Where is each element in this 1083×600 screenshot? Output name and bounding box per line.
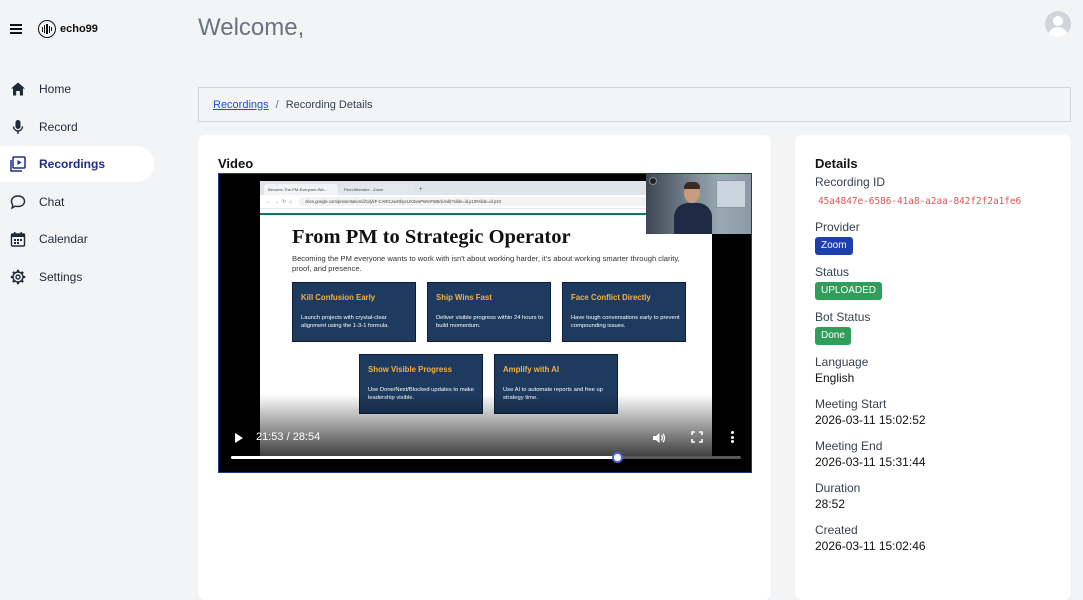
- browser-url: docs.google.com/presentation/d/1dykF-CAR…: [299, 197, 706, 206]
- fullscreen-icon[interactable]: [691, 431, 703, 443]
- chat-bubble-icon: [10, 194, 26, 210]
- user-avatar-icon[interactable]: [1045, 11, 1071, 37]
- breadcrumb-separator: /: [275, 98, 279, 111]
- details-list: Recording ID 45a4847e-6586-41a8-a2aa-842…: [815, 175, 1021, 565]
- meeting-end-value: 2026-03-11 15:31:44: [815, 455, 926, 469]
- seek-bar[interactable]: [219, 452, 751, 472]
- details-card: Details Recording ID 45a4847e-6586-41a8-…: [795, 135, 1071, 600]
- home-icon: [10, 81, 26, 97]
- sidebar-item-settings[interactable]: Settings: [0, 259, 170, 295]
- duration-value: 28:52: [815, 497, 846, 511]
- sidebar-item-label: Settings: [39, 269, 83, 284]
- slide-box-body: Have tough conversations early to preven…: [571, 315, 680, 329]
- breadcrumb: Recordings / Recording Details: [198, 87, 1071, 122]
- slide-box-title: Kill Confusion Early: [301, 293, 376, 302]
- detail-label: Language: [815, 355, 869, 369]
- video-frame[interactable]: Become-The-PM-Everyone-Wa... Pixel Atten…: [219, 174, 751, 456]
- seek-progress: [231, 456, 618, 459]
- slide-box: Face Conflict Directly Have tough conver…: [562, 282, 686, 342]
- speaker-thumbnail: [646, 174, 751, 234]
- slide-subtitle: Becoming the PM everyone wants to work w…: [292, 254, 680, 273]
- detail-label: Duration: [815, 481, 861, 495]
- status-badge: UPLOADED: [815, 282, 883, 300]
- detail-recording-id: Recording ID 45a4847e-6586-41a8-a2aa-842…: [815, 175, 1021, 210]
- detail-meeting-start: Meeting Start 2026-03-11 15:02:52: [815, 397, 1021, 429]
- volume-icon[interactable]: [652, 431, 666, 445]
- sidebar-item-home[interactable]: Home: [0, 71, 170, 107]
- play-icon[interactable]: [235, 433, 243, 443]
- logo-waveform-icon: [38, 20, 56, 38]
- detail-label: Meeting End: [815, 439, 883, 453]
- slide-box-title: Show Visible Progress: [368, 365, 452, 374]
- page-title: Welcome,: [198, 14, 305, 41]
- detail-duration: Duration 28:52: [815, 481, 1021, 513]
- sidebar-nav: Home Record Recordings Chat Calendar Set…: [0, 71, 170, 296]
- video-player[interactable]: Become-The-PM-Everyone-Wa... Pixel Atten…: [218, 173, 752, 473]
- browser-tabstrip: Become-The-PM-Everyone-Wa... Pixel Atten…: [260, 181, 712, 195]
- slide-title: From PM to Strategic Operator: [292, 226, 571, 248]
- browser-addressbar: ←→↻⌂ docs.google.com/presentation/d/1dyk…: [260, 195, 712, 209]
- detail-label: Bot Status: [815, 310, 871, 324]
- sidebar-item-label: Record: [39, 119, 78, 134]
- detail-meeting-end: Meeting End 2026-03-11 15:31:44: [815, 439, 1021, 471]
- detail-bot-status: Bot Status Done: [815, 310, 1021, 345]
- detail-label: Recording ID: [815, 175, 886, 189]
- microphone-icon: [10, 119, 26, 135]
- video-card: Video Become-The-PM-Everyone-Wa... Pixel…: [198, 135, 771, 600]
- playback-time: 21:53 / 28:54: [256, 431, 321, 443]
- new-tab-icon: +: [419, 187, 423, 193]
- sidebar-item-label: Home: [39, 82, 72, 96]
- calendar-icon: [10, 231, 26, 247]
- zoom-badge-icon: [649, 177, 657, 185]
- browser-nav-icons: ←→↻⌂: [266, 198, 296, 205]
- hamburger-menu-icon[interactable]: [10, 24, 22, 34]
- sidebar-item-label: Recordings: [39, 157, 106, 171]
- controls-overlay: [219, 394, 751, 456]
- sidebar-item-record[interactable]: Record: [0, 109, 170, 145]
- brand-name: echo99: [60, 23, 98, 35]
- seek-handle[interactable]: [611, 452, 623, 463]
- seek-track[interactable]: [231, 452, 741, 463]
- breadcrumb-current: Recording Details: [285, 98, 373, 111]
- slide-box-body: Deliver visible progress within 24 hours…: [436, 315, 543, 329]
- created-value: 2026-03-11 15:02:46: [815, 539, 926, 553]
- video-section-title: Video: [218, 156, 254, 171]
- slide-divider: [260, 213, 712, 215]
- sidebar-item-chat[interactable]: Chat: [0, 184, 170, 220]
- detail-status: Status UPLOADED: [815, 265, 1021, 300]
- detail-created: Created 2026-03-11 15:02:46: [815, 523, 1021, 555]
- detail-label: Created: [815, 523, 858, 537]
- detail-label: Meeting Start: [815, 397, 887, 411]
- language-value: English: [815, 371, 855, 385]
- sidebar-item-calendar[interactable]: Calendar: [0, 221, 170, 257]
- slide-box-body: Launch projects with crystal-clear align…: [301, 315, 389, 329]
- more-options-icon[interactable]: [731, 431, 735, 443]
- sidebar-item-recordings[interactable]: Recordings: [0, 146, 154, 182]
- sidebar-item-label: Calendar: [39, 232, 88, 246]
- video-library-icon: [10, 156, 26, 172]
- gear-icon: [10, 269, 26, 285]
- slide-box-title: Face Conflict Directly: [571, 293, 651, 302]
- detail-label: Provider: [815, 220, 860, 234]
- detail-language: Language English: [815, 355, 1021, 387]
- recording-id-value: 45a4847e-6586-41a8-a2aa-842f2f2a1fe6: [818, 196, 1022, 207]
- browser-tab: Become-The-PM-Everyone-Wa...: [264, 184, 338, 195]
- breadcrumb-link-recordings[interactable]: Recordings: [213, 99, 269, 111]
- detail-label: Status: [815, 265, 850, 279]
- browser-tab: Pixel Attendee - Zoom: [340, 184, 414, 195]
- provider-badge: Zoom: [815, 237, 853, 255]
- bot-status-badge: Done: [815, 327, 851, 345]
- details-section-title: Details: [815, 156, 858, 171]
- brand-bar: echo99: [10, 20, 98, 38]
- slide-box-title: Amplify with AI: [503, 365, 560, 374]
- slide-box: Ship Wins Fast Deliver visible progress …: [427, 282, 551, 342]
- slide-box-title: Ship Wins Fast: [436, 293, 492, 302]
- meeting-start-value: 2026-03-11 15:02:52: [815, 413, 926, 427]
- detail-provider: Provider Zoom: [815, 220, 1021, 255]
- app-logo[interactable]: echo99: [38, 20, 98, 38]
- sidebar: echo99 Home Record Recordings Chat Calen…: [0, 0, 170, 600]
- sidebar-item-label: Chat: [39, 194, 65, 209]
- slide-box: Kill Confusion Early Launch projects wit…: [292, 282, 416, 342]
